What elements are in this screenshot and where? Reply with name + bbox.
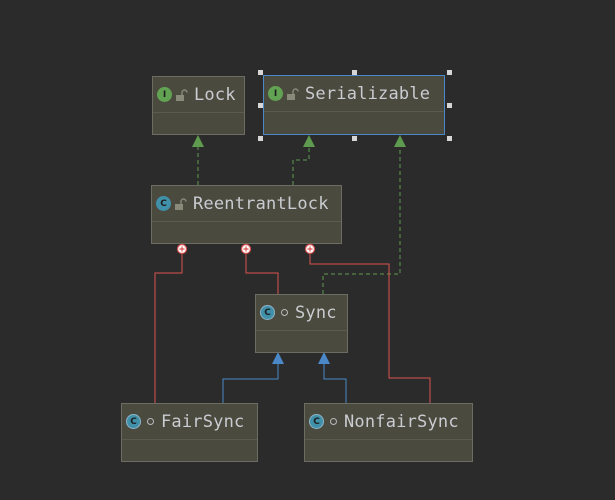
edge-reentrantlock-inner-sync[interactable] (245, 254, 279, 294)
node-serializable-header: I Serializable (264, 76, 444, 112)
package-private-icon (330, 418, 337, 425)
inner-marker-sync (240, 243, 252, 255)
edge-reentrantlock-inner-fairsync[interactable] (154, 254, 183, 403)
selection-handle-bottom-middle[interactable] (352, 136, 357, 141)
node-serializable[interactable]: I Serializable (263, 75, 445, 135)
unlocked-icon (175, 197, 187, 210)
node-reentrantlock-members (152, 222, 341, 244)
selection-handle-middle-right[interactable] (447, 103, 452, 108)
edge-fairsync-extends-sync[interactable] (222, 362, 279, 403)
extends-edges (222, 362, 347, 403)
inner-marker-nonfairsync (304, 243, 316, 255)
node-sync-members (256, 331, 347, 353)
node-lock-name: Lock (194, 84, 236, 105)
class-icon: C (309, 414, 324, 429)
node-fairsync-members (122, 440, 257, 462)
node-lock-members (153, 113, 244, 135)
uml-diagram-canvas[interactable]: I Lock I Serializable C ReentrantLock C … (0, 0, 615, 500)
package-private-icon (147, 418, 154, 425)
abstract-class-icon: C (260, 305, 275, 320)
package-private-icon (281, 309, 288, 316)
node-fairsync-header: C FairSync (122, 404, 257, 440)
class-icon: C (126, 414, 141, 429)
arrowhead-fairsync-to-sync (272, 352, 284, 364)
selection-handle-bottom-left[interactable] (258, 136, 263, 141)
node-sync-name: Sync (295, 302, 337, 323)
node-fairsync[interactable]: C FairSync (121, 403, 258, 462)
arrowhead-nonfairsync-to-sync (318, 352, 330, 364)
interface-icon: I (268, 86, 283, 101)
selection-handle-bottom-right[interactable] (447, 136, 452, 141)
unlocked-icon (287, 87, 299, 100)
inner-class-markers (176, 243, 316, 255)
node-reentrantlock[interactable]: C ReentrantLock (151, 185, 342, 244)
node-lock-header: I Lock (153, 77, 244, 113)
node-nonfairsync-header: C NonfairSync (305, 404, 472, 440)
arrowhead-to-serializable-1 (303, 135, 315, 147)
selection-handle-middle-left[interactable] (258, 103, 263, 108)
selection-handle-top-middle[interactable] (352, 70, 357, 75)
node-sync-header: C Sync (256, 295, 347, 331)
selection-handle-top-left[interactable] (258, 70, 263, 75)
arrowhead-to-lock (192, 135, 204, 147)
arrowhead-to-serializable-2 (394, 135, 406, 147)
node-serializable-members (264, 112, 444, 134)
node-sync[interactable]: C Sync (255, 294, 348, 353)
node-nonfairsync-members (305, 440, 472, 462)
inner-marker-fairsync (176, 243, 188, 255)
interface-icon: I (157, 87, 172, 102)
node-lock[interactable]: I Lock (152, 76, 245, 135)
extends-arrowheads (272, 352, 330, 364)
node-serializable-name: Serializable (305, 83, 431, 104)
unlocked-icon (176, 88, 188, 101)
edge-reentrantlock-implements-serializable[interactable] (292, 145, 310, 185)
implements-arrowheads (192, 135, 406, 147)
node-nonfairsync-name: NonfairSync (344, 411, 459, 432)
node-reentrantlock-header: C ReentrantLock (152, 186, 341, 222)
node-nonfairsync[interactable]: C NonfairSync (304, 403, 473, 462)
node-fairsync-name: FairSync (161, 411, 245, 432)
edge-nonfairsync-extends-sync[interactable] (323, 362, 347, 403)
node-reentrantlock-name: ReentrantLock (193, 193, 329, 214)
selection-handle-top-right[interactable] (447, 70, 452, 75)
class-icon: C (156, 196, 171, 211)
